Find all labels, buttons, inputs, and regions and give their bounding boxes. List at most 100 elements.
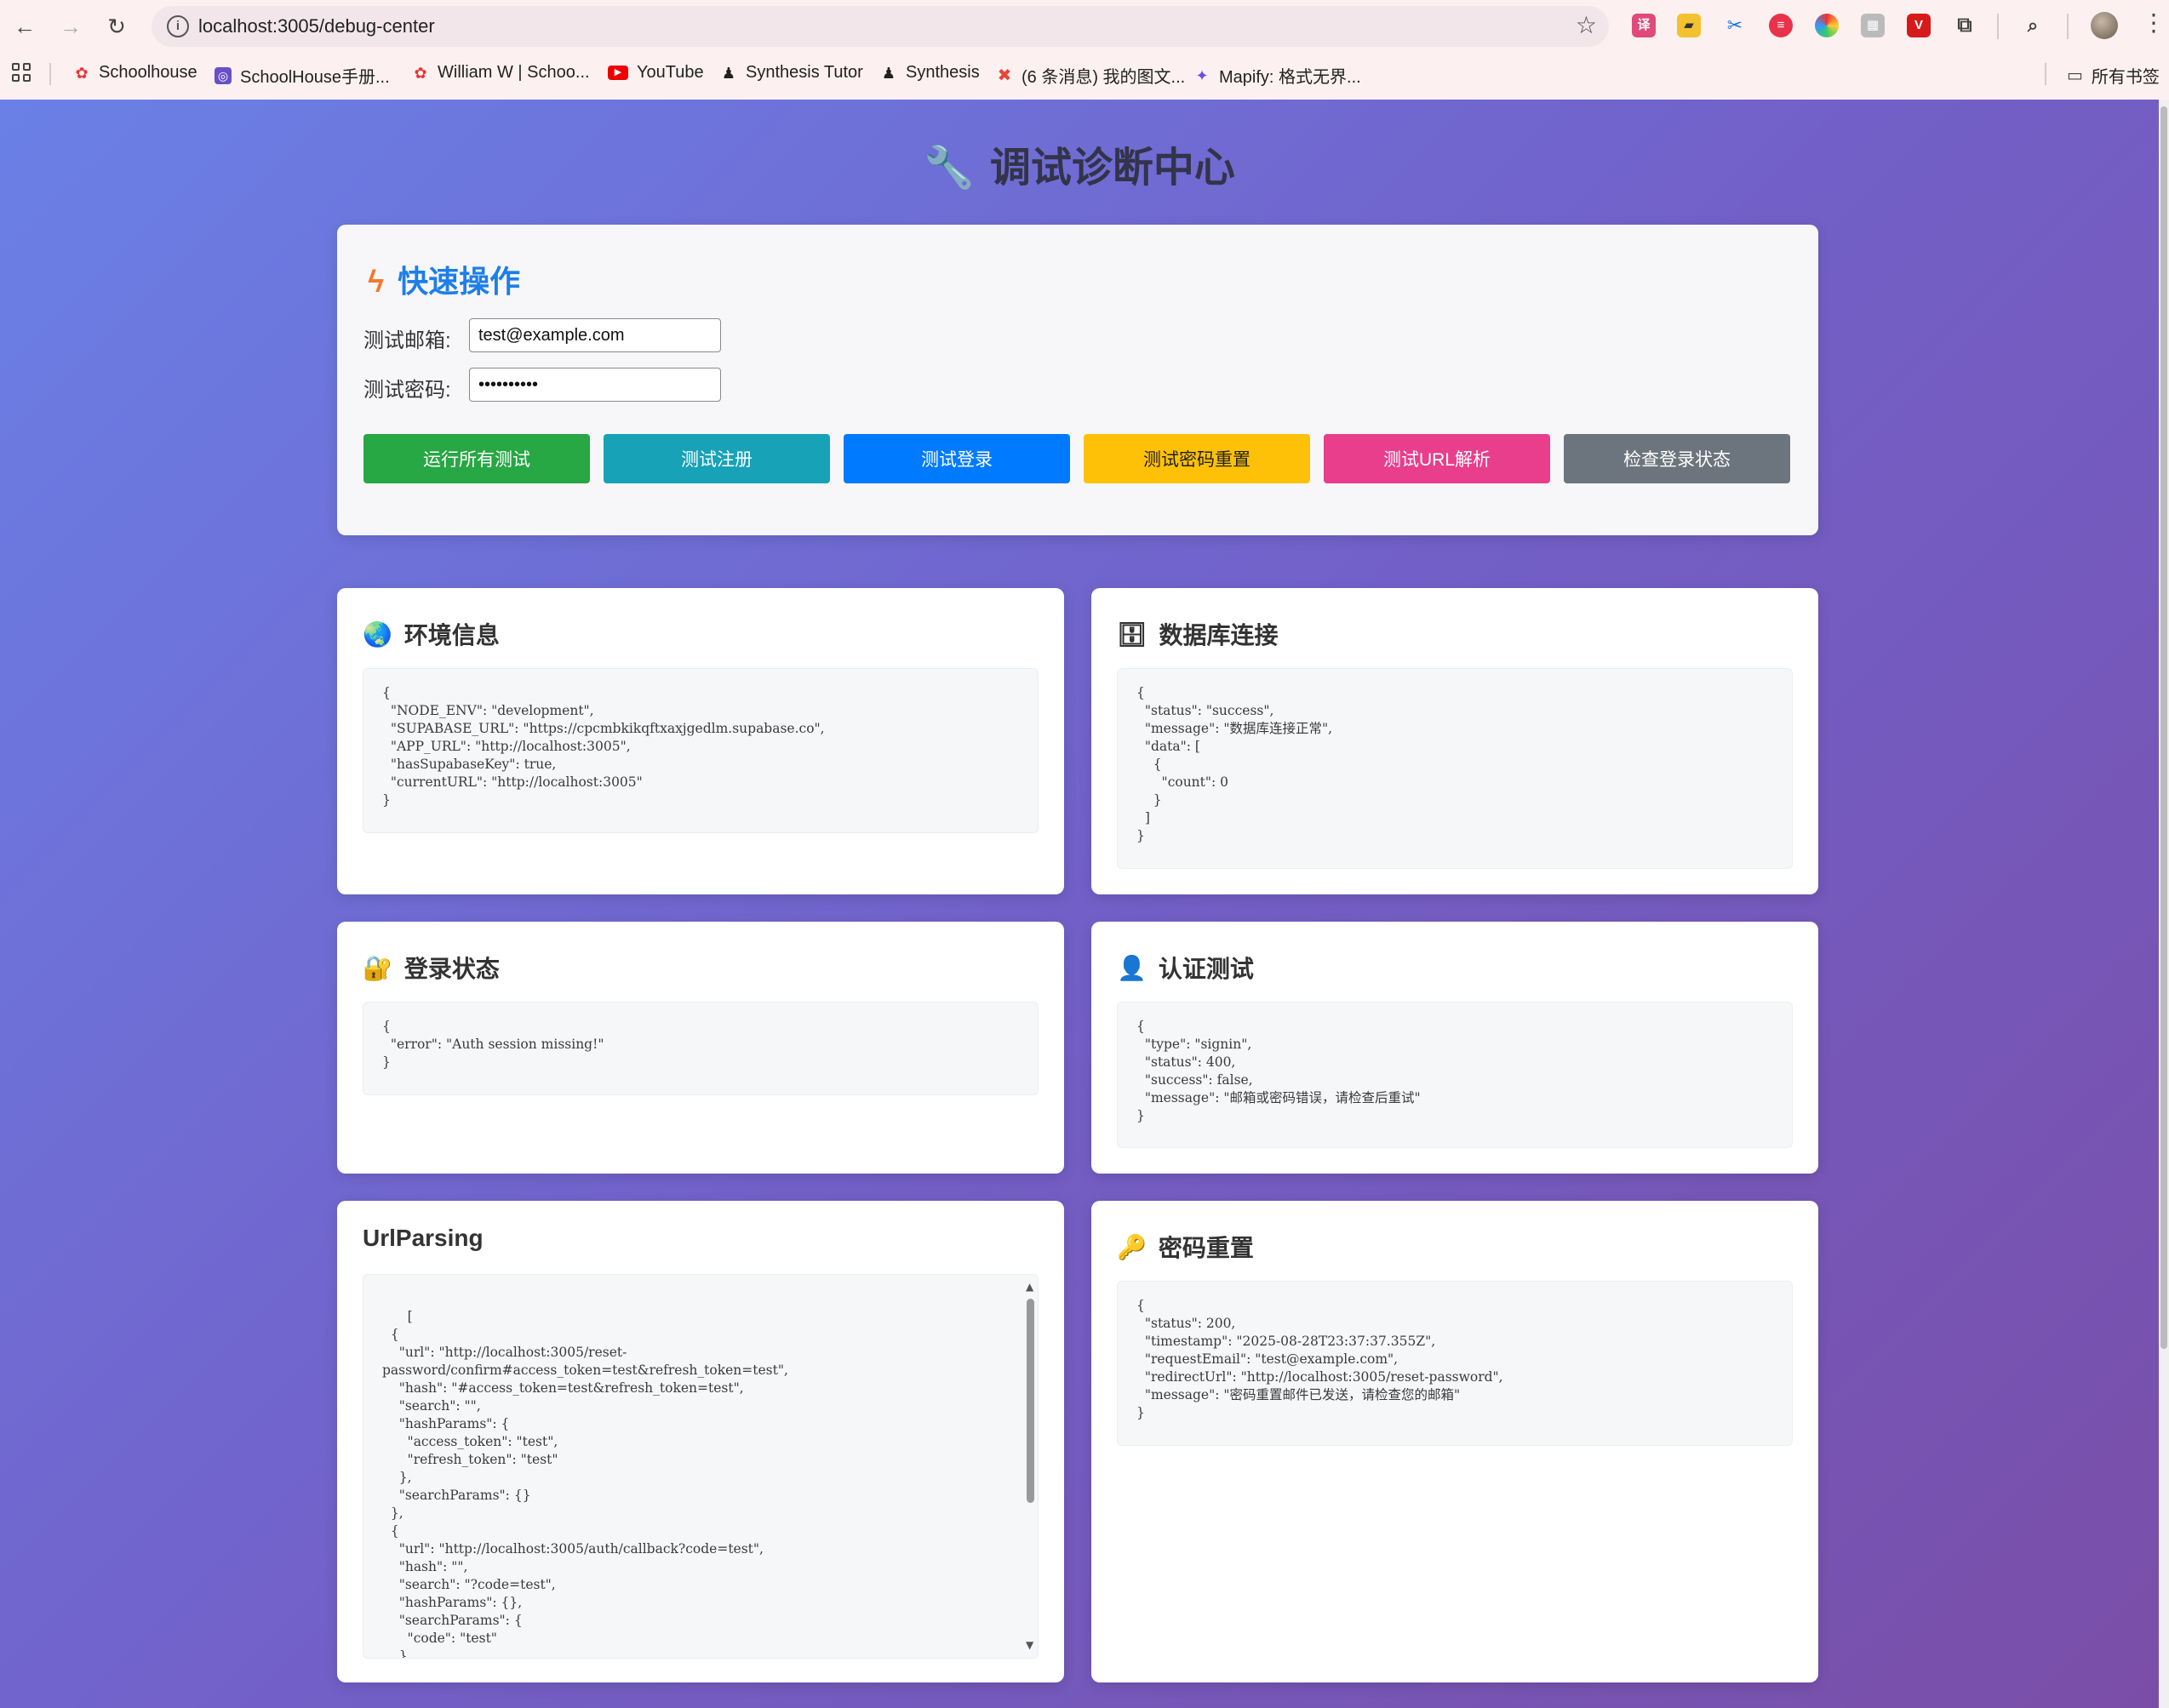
- url-parsing-card: UrlParsing [ { "url": "http://localhost:…: [337, 1201, 1064, 1682]
- lightning-icon: ϟ: [368, 264, 385, 299]
- page-content: 🔧 调试诊断中心 ϟ 快速操作 测试邮箱: 测试密码: 运行所有测试 测试注册 测试…: [0, 100, 2159, 1708]
- wrench-icon: 🔧: [924, 146, 975, 191]
- bookmarks-divider: [2045, 63, 2046, 85]
- back-icon[interactable]: ←: [10, 12, 39, 41]
- test-signup-button[interactable]: 测试注册: [604, 434, 830, 483]
- bookmark-label: William W | Schoo...: [438, 63, 590, 82]
- address-bar[interactable]: i localhost:3005/debug-center ☆: [152, 6, 1609, 47]
- browser-toolbar: ← → ↻ i localhost:3005/debug-center ☆ 译 …: [0, 0, 2169, 53]
- synthesis-icon: ♟: [881, 64, 896, 82]
- extensions-puzzle-icon[interactable]: ⧉: [1953, 14, 1977, 37]
- key-icon: 🔑: [1117, 1233, 1147, 1260]
- bookmarks-bar: ✿ Schoolhouse ◎ SchoolHouse手册... ✿ Willi…: [0, 58, 2169, 92]
- password-reset-card: 🔑 密码重置 { "status": 200, "timestamp": "202…: [1091, 1201, 1818, 1682]
- bookmark-star-icon[interactable]: ☆: [1576, 11, 1597, 39]
- login-status-card: 🔐 登录状态 { "error": "Auth session missing!"…: [337, 922, 1064, 1174]
- globe-icon: 🌏: [363, 620, 392, 648]
- test-password-reset-button[interactable]: 测试密码重置: [1084, 434, 1310, 483]
- user-icon: 👤: [1117, 954, 1147, 981]
- login-status-title: 🔐 登录状态: [363, 951, 500, 985]
- auth-test-json: { "type": "signin", "status": 400, "succ…: [1117, 1002, 1793, 1148]
- bookmark-item[interactable]: ♟ Synthesis: [880, 63, 980, 83]
- db-connection-json: { "status": "success", "message": "数据库连接…: [1117, 668, 1793, 869]
- password-label: 测试密码:: [363, 379, 451, 402]
- reload-icon[interactable]: ↻: [102, 12, 131, 41]
- scroll-thumb[interactable]: [1027, 1299, 1034, 1503]
- red-extension-icon[interactable]: ≡: [1769, 14, 1793, 37]
- url-parsing-scrollbar[interactable]: ▲ ▼: [1022, 1275, 1038, 1658]
- bookmark-item[interactable]: ✿ Schoolhouse: [73, 63, 197, 83]
- mapify-icon: ✦: [1195, 66, 1209, 84]
- quick-actions-title: ϟ 快速操作: [368, 257, 520, 301]
- image-extension-icon[interactable]: ▦: [1861, 14, 1885, 37]
- quick-actions-card: ϟ 快速操作 测试邮箱: 测试密码: 运行所有测试 测试注册 测试登录 测试密码重…: [337, 225, 1818, 535]
- db-connection-title: 🗄 数据库连接: [1117, 617, 1279, 651]
- site-info-icon[interactable]: i: [167, 15, 189, 37]
- vivaldi-extension-icon[interactable]: V: [1907, 14, 1931, 37]
- auth-test-title-text: 认证测试: [1158, 956, 1254, 982]
- url-parsing-title: UrlParsing: [363, 1225, 484, 1251]
- color-extension-icon[interactable]: [1815, 14, 1839, 37]
- browser-chrome: ← → ↻ i localhost:3005/debug-center ☆ 译 …: [0, 0, 2169, 100]
- test-url-parsing-button[interactable]: 测试URL解析: [1324, 434, 1550, 483]
- lock-icon: 🔐: [363, 954, 392, 981]
- bookmark-label: Synthesis: [906, 63, 980, 82]
- bookmark-item[interactable]: ✿ William W | Schoo...: [412, 63, 590, 83]
- login-status-title-text: 登录状态: [403, 956, 500, 982]
- password-reset-title-text: 密码重置: [1158, 1235, 1254, 1261]
- check-login-status-button[interactable]: 检查登录状态: [1564, 434, 1790, 483]
- page-scroll-thumb[interactable]: [2160, 106, 2167, 1349]
- bookmark-label: Schoolhouse: [99, 63, 197, 82]
- tab-search-icon[interactable]: ⌕: [2021, 14, 2045, 37]
- env-info-card: 🌏 环境信息 { "NODE_ENV": "development", "SUPA…: [337, 588, 1064, 894]
- page-scrollbar[interactable]: [2159, 100, 2169, 1708]
- bookmark-item[interactable]: ✦ Mapify: 格式无界...: [1193, 63, 1361, 88]
- auth-test-title: 👤 认证测试: [1117, 951, 1254, 985]
- folder-extension-icon[interactable]: ▰: [1677, 14, 1701, 37]
- bookmark-item[interactable]: ◎ SchoolHouse手册...: [215, 63, 390, 88]
- test-login-button[interactable]: 测试登录: [844, 434, 1070, 483]
- password-field[interactable]: [469, 368, 721, 402]
- email-field[interactable]: [469, 318, 721, 352]
- db-connection-card: 🗄 数据库连接 { "status": "success", "message":…: [1091, 588, 1818, 894]
- profile-avatar[interactable]: [2091, 12, 2118, 39]
- synthesis-icon: ♟: [721, 64, 736, 82]
- env-info-title-text: 环境信息: [403, 622, 500, 648]
- scissors-extension-icon[interactable]: ✂: [1723, 14, 1747, 37]
- bookmark-item[interactable]: ♟ Synthesis Tutor: [720, 63, 863, 83]
- all-bookmarks-label: 所有书签: [2091, 68, 2160, 87]
- url-parsing-json[interactable]: [ { "url": "http://localhost:3005/reset-…: [363, 1274, 1039, 1659]
- env-info-json: { "NODE_ENV": "development", "SUPABASE_U…: [363, 668, 1039, 833]
- bookmark-label: Synthesis Tutor: [746, 63, 863, 82]
- schoolhouse-icon: ✿: [75, 64, 89, 82]
- address-url[interactable]: localhost:3005/debug-center: [198, 15, 435, 37]
- url-parsing-json-text: [ { "url": "http://localhost:3005/reset-…: [382, 1309, 788, 1659]
- run-all-tests-button[interactable]: 运行所有测试: [363, 434, 590, 483]
- bookmark-label: YouTube: [637, 63, 704, 82]
- bookmark-item[interactable]: ✖ (6 条消息) 我的图文...: [996, 63, 1186, 88]
- bookmark-item[interactable]: ▶ YouTube: [608, 63, 704, 83]
- all-bookmarks-button[interactable]: ▭ 所有书签: [2067, 63, 2160, 88]
- schoolhouse-icon: ✿: [414, 64, 427, 82]
- toolbar-divider: [1997, 14, 1999, 39]
- csdn-icon: ✖: [997, 66, 1012, 85]
- bookmark-label: SchoolHouse手册...: [240, 68, 390, 87]
- toolbar-divider: [2067, 14, 2069, 39]
- database-icon: 🗄: [1117, 620, 1147, 648]
- env-info-title: 🌏 环境信息: [363, 617, 500, 651]
- scroll-down-icon[interactable]: ▼: [1026, 1637, 1033, 1654]
- bookmark-label: (6 条消息) 我的图文...: [1022, 68, 1186, 87]
- email-label: 测试邮箱:: [363, 329, 451, 352]
- browser-menu-icon[interactable]: ⋮: [2142, 9, 2166, 37]
- db-connection-title-text: 数据库连接: [1159, 622, 1279, 648]
- password-reset-json: { "status": 200, "timestamp": "2025-08-2…: [1117, 1281, 1793, 1446]
- forward-icon[interactable]: →: [56, 12, 85, 41]
- bookmark-label: Mapify: 格式无界...: [1219, 68, 1361, 87]
- folder-icon: ▭: [2067, 66, 2083, 85]
- translate-extension-icon[interactable]: 译: [1632, 14, 1656, 37]
- page-title: 🔧 调试诊断中心: [0, 134, 2159, 193]
- youtube-icon: ▶: [608, 66, 628, 80]
- password-reset-title: 🔑 密码重置: [1117, 1230, 1254, 1264]
- page-title-text: 调试诊断中心: [989, 146, 1235, 191]
- scroll-up-icon[interactable]: ▲: [1026, 1278, 1033, 1296]
